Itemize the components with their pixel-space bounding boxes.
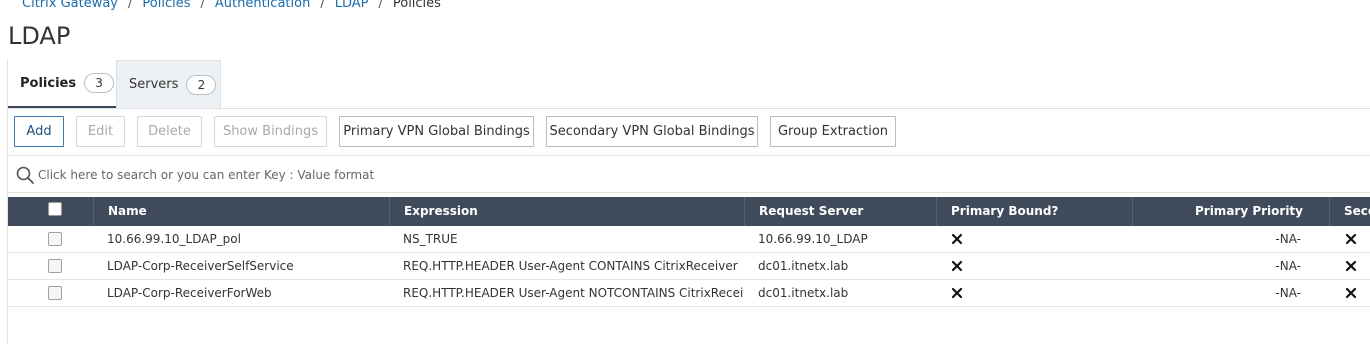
- x-icon: [1345, 260, 1357, 272]
- breadcrumb-separator: /: [200, 0, 205, 11]
- secondary-vpn-global-bindings-button[interactable]: Secondary VPN Global Bindings: [546, 116, 758, 147]
- cell-primary-priority: -NA-: [1275, 232, 1301, 246]
- cell-name: LDAP-Corp-ReceiverSelfService: [107, 259, 294, 273]
- tab-policies-label: Policies: [20, 75, 77, 91]
- x-icon: [951, 233, 963, 245]
- column-header-primary-priority[interactable]: Primary Priority: [1132, 197, 1329, 226]
- table-header: Name Expression Request Server Primary B…: [8, 197, 1370, 226]
- x-icon: [951, 287, 963, 299]
- select-all-header: [8, 197, 93, 226]
- tab-bar: Policies 3 Servers 2: [8, 60, 221, 109]
- column-header-primary-bound[interactable]: Primary Bound?: [936, 197, 1132, 226]
- group-extraction-button[interactable]: Group Extraction: [770, 116, 896, 147]
- x-icon: [1345, 287, 1357, 299]
- breadcrumb-separator: /: [378, 0, 383, 11]
- cell-expression: REQ.HTTP.HEADER User-Agent NOTCONTAINS C…: [403, 286, 744, 300]
- row-checkbox[interactable]: [48, 286, 62, 300]
- cell-expression: NS_TRUE: [403, 232, 458, 246]
- tab-servers-label: Servers: [129, 77, 179, 92]
- breadcrumb-separator: /: [320, 0, 325, 11]
- delete-button[interactable]: Delete: [137, 116, 202, 147]
- breadcrumb: Citrix Gateway / Policies / Authentication / L…: [22, 0, 441, 11]
- add-button[interactable]: Add: [14, 116, 64, 147]
- search-bar: [8, 155, 1370, 193]
- cell-request-server: 10.66.99.10_LDAP: [758, 232, 868, 246]
- search-input[interactable]: [38, 164, 638, 186]
- cell-request-server: dc01.itnetx.lab: [758, 286, 849, 300]
- column-header-name[interactable]: Name: [93, 197, 389, 226]
- tab-servers-count-badge: 2: [186, 74, 217, 95]
- breadcrumb-citrix-gateway[interactable]: Citrix Gateway: [22, 0, 118, 11]
- column-header-request-server[interactable]: Request Server: [744, 197, 936, 226]
- primary-vpn-global-bindings-button[interactable]: Primary VPN Global Bindings: [339, 116, 534, 147]
- show-bindings-button[interactable]: Show Bindings: [214, 116, 327, 147]
- select-all-checkbox[interactable]: [48, 202, 62, 216]
- edit-button[interactable]: Edit: [76, 116, 125, 147]
- x-icon: [1345, 233, 1357, 245]
- cell-request-server: dc01.itnetx.lab: [758, 259, 849, 273]
- tab-divider: [8, 108, 1370, 109]
- row-checkbox[interactable]: [48, 232, 62, 246]
- row-checkbox[interactable]: [48, 259, 62, 273]
- breadcrumb-separator: /: [128, 0, 133, 11]
- table-row[interactable]: LDAP-Corp-ReceiverForWeb REQ.HTTP.HEADER…: [8, 280, 1370, 307]
- tab-policies-count-badge: 3: [84, 73, 115, 93]
- breadcrumb-current: Policies: [392, 0, 441, 11]
- breadcrumb-authentication[interactable]: Authentication: [215, 0, 310, 11]
- tab-servers[interactable]: Servers 2: [116, 60, 221, 109]
- column-header-secondary-bound[interactable]: Seco: [1329, 197, 1370, 226]
- cell-primary-priority: -NA-: [1275, 286, 1301, 300]
- breadcrumb-ldap[interactable]: LDAP: [335, 0, 369, 11]
- breadcrumb-policies[interactable]: Policies: [142, 0, 190, 11]
- x-icon: [951, 260, 963, 272]
- table-row[interactable]: LDAP-Corp-ReceiverSelfService REQ.HTTP.H…: [8, 253, 1370, 280]
- search-icon: [16, 166, 34, 184]
- cell-name: LDAP-Corp-ReceiverForWeb: [107, 286, 272, 300]
- cell-expression: REQ.HTTP.HEADER User-Agent CONTAINS Citr…: [403, 259, 738, 273]
- tab-policies[interactable]: Policies 3: [8, 60, 116, 109]
- table-row[interactable]: 10.66.99.10_LDAP_pol NS_TRUE 10.66.99.10…: [8, 226, 1370, 253]
- column-header-expression[interactable]: Expression: [389, 197, 744, 226]
- cell-name: 10.66.99.10_LDAP_pol: [107, 232, 241, 246]
- page-title: LDAP: [8, 22, 71, 50]
- cell-primary-priority: -NA-: [1275, 259, 1301, 273]
